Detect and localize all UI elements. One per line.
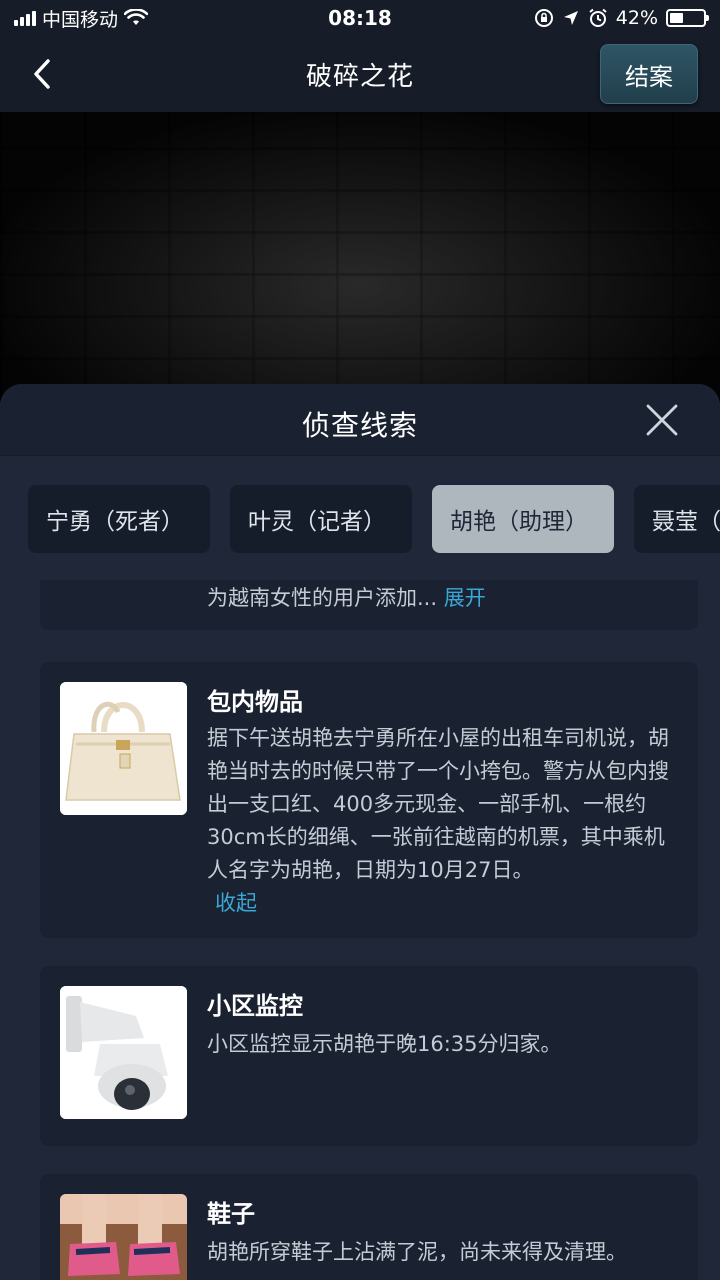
status-time: 08:18	[328, 6, 392, 30]
location-icon	[563, 11, 578, 25]
battery-percent: 42%	[615, 7, 658, 29]
tab-nieying[interactable]: 聂莹（	[634, 485, 720, 553]
tab-ningyong[interactable]: 宁勇（死者）	[28, 485, 210, 553]
orientation-lock-icon	[534, 9, 553, 27]
tab-huyan[interactable]: 胡艳（助理）	[432, 485, 614, 553]
clue-card: 小区监控 小区监控显示胡艳于晚16:35分归家。	[40, 966, 698, 1146]
battery-icon	[666, 9, 709, 27]
clue-card: 鞋子 胡艳所穿鞋子上沾满了泥，尚未来得及清理。	[40, 1174, 698, 1280]
handbag-image	[60, 682, 187, 815]
close-icon[interactable]	[644, 402, 680, 438]
clue-card: 为越南女性的用户添加... 展开	[40, 580, 698, 630]
sneakers-image	[60, 1194, 187, 1280]
clue-card: 包内物品 据下午送胡艳去宁勇所在小屋的出租车司机说，胡艳当时去的时候只带了一个小…	[40, 662, 698, 938]
clue-description: 据下午送胡艳去宁勇所在小屋的出租车司机说，胡艳当时去的时候只带了一个小挎包。警方…	[207, 726, 669, 915]
security-camera-image	[60, 986, 187, 1119]
sheet-header: 侦查线索	[0, 384, 720, 456]
close-case-button[interactable]: 结案	[600, 44, 698, 104]
signal-icon	[14, 10, 36, 26]
sheet-title: 侦查线索	[301, 409, 418, 442]
clue-title: 小区监控	[207, 992, 303, 1020]
status-bar: 中国移动 08:18 42%	[0, 0, 720, 36]
wifi-icon	[124, 9, 149, 25]
suspect-tabs: 宁勇（死者） 叶灵（记者） 胡艳（助理） 聂莹（	[28, 485, 720, 553]
clues-sheet: 侦查线索 宁勇（死者） 叶灵（记者） 胡艳（助理） 聂莹（ 为越南女性的用户添加…	[0, 384, 720, 1280]
clue-list[interactable]: 为越南女性的用户添加... 展开 包内物品 据下午送胡艳去宁勇所在小屋的出租车司…	[40, 580, 698, 1280]
clue-title: 包内物品	[207, 688, 303, 716]
carrier-label: 中国移动	[42, 8, 119, 31]
clue-description: 胡艳所穿鞋子上沾满了泥，尚未来得及清理。	[207, 1240, 627, 1264]
collapse-link[interactable]: 收起	[215, 891, 257, 915]
nav-bar: 破碎之花 结案	[0, 36, 720, 112]
brick-wall-background	[0, 112, 720, 402]
clue-title: 鞋子	[207, 1200, 255, 1228]
clue-description: 为越南女性的用户添加... 展开	[207, 586, 486, 610]
clue-description: 小区监控显示胡艳于晚16:35分归家。	[207, 1032, 562, 1056]
alarm-icon	[589, 8, 607, 27]
expand-link[interactable]: 展开	[444, 586, 486, 610]
tab-yeling[interactable]: 叶灵（记者）	[230, 485, 412, 553]
